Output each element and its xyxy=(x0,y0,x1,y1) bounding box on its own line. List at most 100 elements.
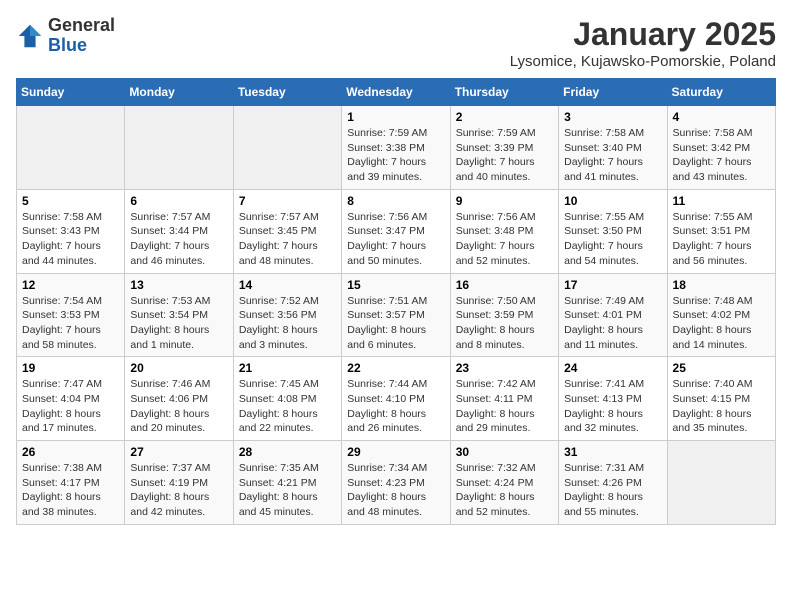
calendar-cell: 20Sunrise: 7:46 AM Sunset: 4:06 PM Dayli… xyxy=(125,357,233,441)
day-info: Sunrise: 7:48 AM Sunset: 4:02 PM Dayligh… xyxy=(673,294,770,353)
day-info: Sunrise: 7:59 AM Sunset: 3:38 PM Dayligh… xyxy=(347,126,444,185)
calendar-cell xyxy=(233,106,341,190)
calendar-table: SundayMondayTuesdayWednesdayThursdayFrid… xyxy=(16,78,776,525)
day-number: 7 xyxy=(239,194,336,208)
calendar-cell: 23 Sunrise: 7:42 AM Sunset: 4:11 PM Dayli… xyxy=(450,357,558,441)
week-row-4: 19Sunrise: 7:47 AM Sunset: 4:04 PM Dayli… xyxy=(17,357,776,441)
calendar-cell: 1 Sunrise: 7:59 AM Sunset: 3:38 PM Daylig… xyxy=(342,106,450,190)
day-number: 27 xyxy=(130,445,227,459)
calendar-cell: 25 Sunrise: 7:40 AM Sunset: 4:15 PM Dayli… xyxy=(667,357,775,441)
day-number: 1 xyxy=(347,110,444,124)
weekday-header-friday: Friday xyxy=(559,79,667,106)
calendar-cell: 26Sunrise: 7:38 AM Sunset: 4:17 PM Dayli… xyxy=(17,441,125,525)
weekday-header-tuesday: Tuesday xyxy=(233,79,341,106)
day-info: Sunrise: 7:57 AM Sunset: 3:45 PM Dayligh… xyxy=(239,210,336,269)
calendar-cell: 24Sunrise: 7:41 AM Sunset: 4:13 PM Dayli… xyxy=(559,357,667,441)
week-row-2: 5 Sunrise: 7:58 AM Sunset: 3:43 PM Daylig… xyxy=(17,189,776,273)
day-number: 15 xyxy=(347,278,444,292)
day-number: 3 xyxy=(564,110,661,124)
calendar-cell: 3 Sunrise: 7:58 AM Sunset: 3:40 PM Daylig… xyxy=(559,106,667,190)
day-info: Sunrise: 7:52 AM Sunset: 3:56 PM Dayligh… xyxy=(239,294,336,353)
title-block: January 2025 Lysomice, Kujawsko-Pomorski… xyxy=(510,16,776,70)
weekday-header-monday: Monday xyxy=(125,79,233,106)
logo-text: General Blue xyxy=(48,16,115,56)
calendar-cell: 9 Sunrise: 7:56 AM Sunset: 3:48 PM Daylig… xyxy=(450,189,558,273)
calendar-cell: 4Sunrise: 7:58 AM Sunset: 3:42 PM Daylig… xyxy=(667,106,775,190)
calendar-cell: 18 Sunrise: 7:48 AM Sunset: 4:02 PM Dayli… xyxy=(667,273,775,357)
day-number: 26 xyxy=(22,445,119,459)
calendar-cell: 27 Sunrise: 7:37 AM Sunset: 4:19 PM Dayli… xyxy=(125,441,233,525)
day-number: 9 xyxy=(456,194,553,208)
day-number: 14 xyxy=(239,278,336,292)
day-number: 20 xyxy=(130,361,227,375)
day-info: Sunrise: 7:56 AM Sunset: 3:47 PM Dayligh… xyxy=(347,210,444,269)
day-number: 17 xyxy=(564,278,661,292)
day-info: Sunrise: 7:37 AM Sunset: 4:19 PM Dayligh… xyxy=(130,461,227,520)
day-number: 5 xyxy=(22,194,119,208)
day-number: 21 xyxy=(239,361,336,375)
calendar-cell: 15 Sunrise: 7:51 AM Sunset: 3:57 PM Dayli… xyxy=(342,273,450,357)
day-number: 12 xyxy=(22,278,119,292)
day-info: Sunrise: 7:42 AM Sunset: 4:11 PM Dayligh… xyxy=(456,377,553,436)
day-info: Sunrise: 7:58 AM Sunset: 3:43 PM Dayligh… xyxy=(22,210,119,269)
day-info: Sunrise: 7:56 AM Sunset: 3:48 PM Dayligh… xyxy=(456,210,553,269)
calendar-cell: 16 Sunrise: 7:50 AM Sunset: 3:59 PM Dayli… xyxy=(450,273,558,357)
day-number: 18 xyxy=(673,278,770,292)
logo-general-text: General xyxy=(48,15,115,35)
calendar-body: 1 Sunrise: 7:59 AM Sunset: 3:38 PM Daylig… xyxy=(17,106,776,525)
day-number: 29 xyxy=(347,445,444,459)
calendar-cell: 7 Sunrise: 7:57 AM Sunset: 3:45 PM Daylig… xyxy=(233,189,341,273)
week-row-5: 26Sunrise: 7:38 AM Sunset: 4:17 PM Dayli… xyxy=(17,441,776,525)
day-info: Sunrise: 7:50 AM Sunset: 3:59 PM Dayligh… xyxy=(456,294,553,353)
day-info: Sunrise: 7:31 AM Sunset: 4:26 PM Dayligh… xyxy=(564,461,661,520)
calendar-cell: 30Sunrise: 7:32 AM Sunset: 4:24 PM Dayli… xyxy=(450,441,558,525)
day-number: 28 xyxy=(239,445,336,459)
calendar-cell: 17 Sunrise: 7:49 AM Sunset: 4:01 PM Dayli… xyxy=(559,273,667,357)
calendar-cell: 21Sunrise: 7:45 AM Sunset: 4:08 PM Dayli… xyxy=(233,357,341,441)
calendar-cell: 28 Sunrise: 7:35 AM Sunset: 4:21 PM Dayli… xyxy=(233,441,341,525)
day-info: Sunrise: 7:59 AM Sunset: 3:39 PM Dayligh… xyxy=(456,126,553,185)
page-header: General Blue January 2025 Lysomice, Kuja… xyxy=(16,16,776,70)
day-number: 6 xyxy=(130,194,227,208)
calendar-cell: 19Sunrise: 7:47 AM Sunset: 4:04 PM Dayli… xyxy=(17,357,125,441)
day-info: Sunrise: 7:34 AM Sunset: 4:23 PM Dayligh… xyxy=(347,461,444,520)
day-number: 10 xyxy=(564,194,661,208)
day-info: Sunrise: 7:40 AM Sunset: 4:15 PM Dayligh… xyxy=(673,377,770,436)
day-number: 16 xyxy=(456,278,553,292)
calendar-cell: 12Sunrise: 7:54 AM Sunset: 3:53 PM Dayli… xyxy=(17,273,125,357)
day-number: 23 xyxy=(456,361,553,375)
logo-blue-text: Blue xyxy=(48,35,87,55)
logo-icon xyxy=(16,22,44,50)
calendar-cell: 22Sunrise: 7:44 AM Sunset: 4:10 PM Dayli… xyxy=(342,357,450,441)
day-info: Sunrise: 7:55 AM Sunset: 3:50 PM Dayligh… xyxy=(564,210,661,269)
calendar-cell: 2Sunrise: 7:59 AM Sunset: 3:39 PM Daylig… xyxy=(450,106,558,190)
weekday-header-wednesday: Wednesday xyxy=(342,79,450,106)
calendar-cell: 8 Sunrise: 7:56 AM Sunset: 3:47 PM Daylig… xyxy=(342,189,450,273)
day-number: 4 xyxy=(673,110,770,124)
weekday-row: SundayMondayTuesdayWednesdayThursdayFrid… xyxy=(17,79,776,106)
day-info: Sunrise: 7:53 AM Sunset: 3:54 PM Dayligh… xyxy=(130,294,227,353)
calendar-header: SundayMondayTuesdayWednesdayThursdayFrid… xyxy=(17,79,776,106)
logo: General Blue xyxy=(16,16,115,56)
calendar-cell: 29 Sunrise: 7:34 AM Sunset: 4:23 PM Dayli… xyxy=(342,441,450,525)
day-info: Sunrise: 7:35 AM Sunset: 4:21 PM Dayligh… xyxy=(239,461,336,520)
week-row-3: 12Sunrise: 7:54 AM Sunset: 3:53 PM Dayli… xyxy=(17,273,776,357)
month-title: January 2025 xyxy=(510,16,776,53)
day-number: 11 xyxy=(673,194,770,208)
day-number: 8 xyxy=(347,194,444,208)
calendar-cell xyxy=(17,106,125,190)
calendar-cell: 31Sunrise: 7:31 AM Sunset: 4:26 PM Dayli… xyxy=(559,441,667,525)
day-info: Sunrise: 7:49 AM Sunset: 4:01 PM Dayligh… xyxy=(564,294,661,353)
day-info: Sunrise: 7:58 AM Sunset: 3:40 PM Dayligh… xyxy=(564,126,661,185)
calendar-cell: 11Sunrise: 7:55 AM Sunset: 3:51 PM Dayli… xyxy=(667,189,775,273)
weekday-header-thursday: Thursday xyxy=(450,79,558,106)
calendar-cell: 13Sunrise: 7:53 AM Sunset: 3:54 PM Dayli… xyxy=(125,273,233,357)
calendar-cell: 6Sunrise: 7:57 AM Sunset: 3:44 PM Daylig… xyxy=(125,189,233,273)
day-info: Sunrise: 7:32 AM Sunset: 4:24 PM Dayligh… xyxy=(456,461,553,520)
day-number: 25 xyxy=(673,361,770,375)
weekday-header-saturday: Saturday xyxy=(667,79,775,106)
day-info: Sunrise: 7:51 AM Sunset: 3:57 PM Dayligh… xyxy=(347,294,444,353)
day-number: 19 xyxy=(22,361,119,375)
day-number: 24 xyxy=(564,361,661,375)
weekday-header-sunday: Sunday xyxy=(17,79,125,106)
